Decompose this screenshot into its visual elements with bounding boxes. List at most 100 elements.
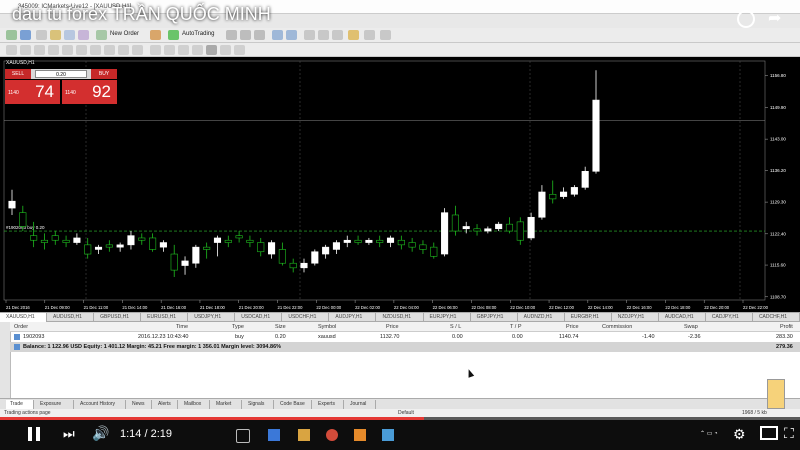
col-sl[interactable]: S / L bbox=[450, 322, 461, 332]
chart-tab[interactable]: XAUUSD,H1 bbox=[0, 313, 48, 322]
trendline-icon[interactable] bbox=[62, 45, 73, 55]
volume-icon[interactable]: 🔊 bbox=[92, 425, 109, 442]
autotrading-icon[interactable] bbox=[168, 30, 179, 40]
period-m5-button[interactable] bbox=[164, 45, 175, 55]
chart-tab[interactable]: USDCAD,H1 bbox=[235, 313, 283, 322]
table-row[interactable]: 1902093 2016.12.23 10:43:40 buy 0.20 xau… bbox=[10, 332, 800, 342]
watch-later-icon[interactable] bbox=[737, 10, 755, 28]
arrows-icon[interactable] bbox=[132, 45, 143, 55]
period-h4-button[interactable] bbox=[220, 45, 231, 55]
terminal-tab[interactable]: Market bbox=[212, 400, 242, 409]
chart-tab[interactable]: EURJPY,H1 bbox=[424, 313, 471, 322]
zoom-in-icon[interactable] bbox=[272, 30, 283, 40]
terminal-tab[interactable]: Trade bbox=[6, 400, 34, 409]
chart-tab[interactable]: AUDNZD,H1 bbox=[518, 313, 565, 322]
chart-tab[interactable]: CADJPY,H1 bbox=[706, 313, 753, 322]
col-size[interactable]: Size bbox=[275, 322, 286, 332]
crosshair-icon[interactable] bbox=[20, 45, 31, 55]
share-icon[interactable]: ➦ bbox=[768, 8, 781, 28]
price-chart[interactable]: XAUUSD,H1 #1902093 buy 0.20 1156.80 1149.… bbox=[0, 57, 800, 312]
line-chart-icon[interactable] bbox=[254, 30, 265, 40]
period-m15-button[interactable] bbox=[178, 45, 189, 55]
vertical-line-icon[interactable] bbox=[34, 45, 45, 55]
indicators-icon[interactable] bbox=[348, 30, 359, 40]
miniplayer-icon[interactable] bbox=[760, 426, 778, 440]
terminal-tab[interactable]: Experts bbox=[314, 400, 344, 409]
col-order[interactable]: Order bbox=[14, 322, 28, 332]
chart-tab[interactable]: EURGBP,H1 bbox=[565, 313, 612, 322]
chart-tab[interactable]: EURUSD,H1 bbox=[141, 313, 189, 322]
chart-tab[interactable]: AUDUSD,H1 bbox=[47, 313, 95, 322]
zoom-out-icon[interactable] bbox=[286, 30, 297, 40]
chart-tab[interactable]: GBPJPY,H1 bbox=[471, 313, 518, 322]
settings-gear-icon[interactable]: ⚙ bbox=[733, 426, 746, 443]
bar-chart-icon[interactable] bbox=[226, 30, 237, 40]
navigator-icon[interactable] bbox=[50, 30, 61, 40]
new-order-button[interactable]: New Order bbox=[110, 29, 139, 40]
chart-shift-icon[interactable] bbox=[332, 30, 343, 40]
col-price[interactable]: Price bbox=[386, 322, 399, 332]
chart-tab[interactable]: NZDJPY,H1 bbox=[612, 313, 659, 322]
col-profit[interactable]: Profit bbox=[780, 322, 793, 332]
terminal-tab[interactable]: Code Base bbox=[276, 400, 312, 409]
period-m1-button[interactable] bbox=[150, 45, 161, 55]
file-explorer-icon[interactable] bbox=[298, 429, 310, 441]
taskview-icon[interactable] bbox=[236, 429, 250, 443]
periods-icon[interactable] bbox=[364, 30, 375, 40]
horizontal-line-icon[interactable] bbox=[48, 45, 59, 55]
chart-tab[interactable]: GBPUSD,H1 bbox=[94, 313, 142, 322]
lot-size-input[interactable]: 0.20 bbox=[35, 70, 87, 78]
chart-tab[interactable]: NZDUSD,H1 bbox=[376, 313, 424, 322]
taskbar-app-icon[interactable] bbox=[268, 429, 280, 441]
autoscroll-icon[interactable] bbox=[318, 30, 329, 40]
text-icon[interactable] bbox=[104, 45, 115, 55]
templates-icon[interactable] bbox=[380, 30, 391, 40]
chart-tab[interactable]: AUDJPY,H1 bbox=[329, 313, 377, 322]
period-m30-button[interactable] bbox=[192, 45, 203, 55]
period-d1-button[interactable] bbox=[234, 45, 245, 55]
autotrading-button[interactable]: AutoTrading bbox=[182, 29, 214, 40]
sell-price-button[interactable]: 1140 74 bbox=[5, 80, 60, 104]
terminal-icon[interactable] bbox=[64, 30, 75, 40]
buy-button[interactable]: BUY bbox=[91, 69, 117, 79]
fullscreen-icon[interactable]: ⛶ bbox=[784, 425, 794, 442]
tester-icon[interactable] bbox=[78, 30, 89, 40]
terminal-tab[interactable]: Exposure bbox=[36, 400, 74, 409]
chart-tab[interactable]: USDJPY,H1 bbox=[188, 313, 236, 322]
next-icon[interactable]: ⏭ bbox=[63, 426, 75, 442]
col-tp[interactable]: T / P bbox=[510, 322, 522, 332]
metaeditor-icon[interactable] bbox=[150, 30, 161, 40]
new-order-icon[interactable] bbox=[96, 30, 107, 40]
terminal-tab[interactable]: Signals bbox=[244, 400, 274, 409]
chrome-icon[interactable] bbox=[326, 429, 338, 441]
col-commission[interactable]: Commission bbox=[602, 322, 632, 332]
col-swap[interactable]: Swap bbox=[684, 322, 698, 332]
col-symbol[interactable]: Symbol bbox=[318, 322, 336, 332]
col-price2[interactable]: Price bbox=[566, 322, 579, 332]
terminal-tab[interactable]: Account History bbox=[76, 400, 126, 409]
sell-button[interactable]: SELL bbox=[5, 69, 31, 79]
candlestick-icon[interactable] bbox=[240, 30, 251, 40]
video-title[interactable]: dau tu forex TRẦN QUỐC MINH bbox=[12, 4, 271, 25]
period-h1-button[interactable] bbox=[206, 45, 217, 55]
chart-tab[interactable]: AUDCAD,H1 bbox=[659, 313, 706, 322]
col-type[interactable]: Type bbox=[232, 322, 244, 332]
tile-windows-icon[interactable] bbox=[304, 30, 315, 40]
terminal-tab[interactable]: Mailbox bbox=[180, 400, 210, 409]
taskbar-app-icon-2[interactable] bbox=[354, 429, 366, 441]
new-chart-icon[interactable] bbox=[6, 30, 17, 40]
pause-icon[interactable] bbox=[28, 427, 32, 441]
col-time[interactable]: Time bbox=[176, 322, 188, 332]
label-icon[interactable] bbox=[118, 45, 129, 55]
buy-price-button[interactable]: 1140 92 bbox=[62, 80, 117, 104]
market-watch-icon[interactable] bbox=[36, 30, 47, 40]
cursor-icon[interactable] bbox=[6, 45, 17, 55]
chart-tab[interactable]: USDCHF,H1 bbox=[282, 313, 330, 322]
fibonacci-icon[interactable] bbox=[90, 45, 101, 55]
channel-icon[interactable] bbox=[76, 45, 87, 55]
chart-tab[interactable]: CADCHF,H1 bbox=[753, 313, 800, 322]
terminal-tab[interactable]: News bbox=[128, 400, 152, 409]
profiles-icon[interactable] bbox=[20, 30, 31, 40]
taskbar-app-icon-3[interactable] bbox=[382, 429, 394, 441]
terminal-tab[interactable]: Alerts bbox=[154, 400, 178, 409]
